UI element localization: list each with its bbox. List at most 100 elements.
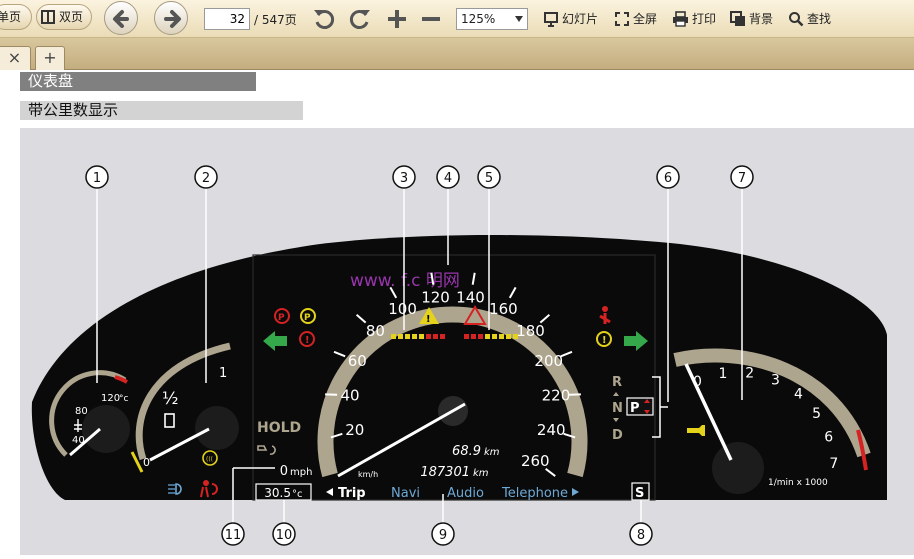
coolant-unit-label: °c [119, 394, 129, 404]
zoom-value: 125% [461, 12, 496, 26]
rpm-tick-label: 2 [745, 366, 754, 382]
arrow-right-icon [164, 10, 181, 28]
speed-tick-label: 100 [388, 300, 417, 318]
tab-bar: × + [0, 38, 914, 70]
speed-tick-label: 260 [521, 452, 550, 470]
background-label: 背景 [749, 12, 774, 26]
fullscreen-label: 全屏 [633, 12, 658, 26]
callout-number: 11 [225, 528, 242, 543]
background-icon [730, 10, 745, 26]
callout-number: 1 [93, 171, 101, 186]
callout-number: 10 [276, 528, 293, 543]
speed-tick-label: 160 [489, 300, 518, 318]
gear-p: P [630, 401, 640, 416]
search-icon [789, 11, 804, 26]
zoom-in-icon[interactable] [386, 8, 408, 30]
single-page-button[interactable]: 单页 [0, 4, 32, 30]
trip-distance-unit: km [484, 447, 500, 458]
status-bar-segment [419, 334, 424, 339]
printer-icon [673, 10, 688, 27]
status-bar-segment [478, 334, 483, 339]
toolbar: 单页 双页 / 547页 125% 幻灯片 [0, 0, 914, 38]
status-bar-segment [391, 334, 396, 339]
speed-tick-label: 220 [542, 386, 571, 404]
gear-d: D [612, 428, 623, 443]
outside-temperature-unit: °c [292, 489, 303, 500]
status-bar-segment [506, 334, 511, 339]
instrument-cluster-figure: www. f.c 明网 120 °c 80 40 ½ 1 0 ((( P P !… [20, 128, 914, 555]
rotate-left-icon[interactable] [312, 6, 338, 32]
find-label: 查找 [807, 12, 832, 26]
speed-tick-label: 60 [348, 352, 367, 370]
callout-number: 2 [202, 171, 210, 186]
callout-number: 5 [485, 171, 493, 186]
rpm-tick-label: 1 [719, 366, 728, 382]
single-page-label: 单页 [0, 10, 22, 24]
status-bar-segment [513, 334, 518, 339]
slideshow-icon [544, 11, 558, 27]
odometer-unit: km [473, 468, 489, 479]
status-bar-segment [492, 334, 497, 339]
speed-tick-label: 240 [537, 421, 566, 439]
section-heading: 仪表盘 [20, 72, 256, 91]
speed-tick-label: 80 [366, 322, 385, 340]
trip-distance-value: 68.9 [452, 444, 481, 459]
svg-text:!: ! [305, 335, 310, 346]
new-tab-button[interactable]: + [35, 46, 65, 70]
zoom-out-icon[interactable] [420, 8, 442, 30]
rpm-tick-label: 4 [794, 386, 803, 402]
rpm-tick-label: 7 [829, 456, 838, 472]
fuel-full-label: 1 [219, 366, 227, 381]
fuel-empty-label: 0 [143, 456, 150, 469]
zoom-select[interactable]: 125% [456, 8, 528, 30]
background-button[interactable]: 背景 [730, 10, 773, 27]
rpm-tick-label: 5 [812, 406, 821, 422]
status-bar-segment [440, 334, 445, 339]
status-bar-segment [412, 334, 417, 339]
speed-tick-label: 200 [534, 352, 563, 370]
mph-unit: mph [290, 467, 312, 478]
svg-text:(((: ((( [206, 456, 213, 463]
rotate-right-icon[interactable] [346, 6, 372, 32]
chevron-down-icon [515, 16, 523, 22]
odometer-value: 187301 [420, 465, 470, 480]
callout-number: 4 [444, 171, 452, 186]
svg-text:!: ! [426, 314, 431, 325]
mph-value: 0 [280, 464, 288, 479]
outside-temperature-value: 30.5 [264, 486, 291, 500]
fuel-half-label: ½ [162, 389, 178, 409]
svg-text:P: P [278, 313, 285, 323]
slideshow-button[interactable]: 幻灯片 [543, 10, 598, 27]
find-button[interactable]: 查找 [788, 10, 831, 27]
rpm-tick-label: 3 [771, 373, 780, 389]
status-bar-segment [485, 334, 490, 339]
speed-tick-label: 120 [421, 288, 450, 306]
page-number-input[interactable] [204, 8, 250, 30]
menu-trip: Trip [338, 486, 366, 501]
menu-navi: Navi [391, 486, 420, 501]
double-page-icon [41, 10, 55, 24]
coolant-max-label: 120 [101, 393, 120, 404]
s-mode-label: S [635, 486, 644, 501]
callout-number: 3 [400, 171, 408, 186]
callout-number: 8 [637, 528, 645, 543]
status-bar-segment [426, 334, 431, 339]
menu-audio: Audio [447, 486, 484, 501]
document-tab[interactable]: × [0, 46, 31, 70]
arrow-left-icon [113, 10, 129, 28]
svg-text:P: P [304, 313, 311, 323]
previous-page-button[interactable] [104, 1, 138, 35]
fullscreen-button[interactable]: 全屏 [614, 10, 657, 27]
hold-indicator: HOLD [257, 420, 301, 436]
close-icon[interactable]: × [8, 48, 21, 67]
callout-number: 9 [439, 528, 447, 543]
next-page-button[interactable] [154, 1, 188, 35]
print-button[interactable]: 打印 [672, 10, 716, 27]
double-page-button[interactable]: 双页 [36, 4, 92, 30]
speed-unit-label: km/h [358, 470, 378, 479]
print-label: 打印 [692, 12, 717, 26]
rpm-tick-label: 6 [824, 430, 833, 446]
status-bar-segment [499, 334, 504, 339]
gear-r: R [612, 375, 622, 390]
fullscreen-icon [615, 11, 629, 26]
